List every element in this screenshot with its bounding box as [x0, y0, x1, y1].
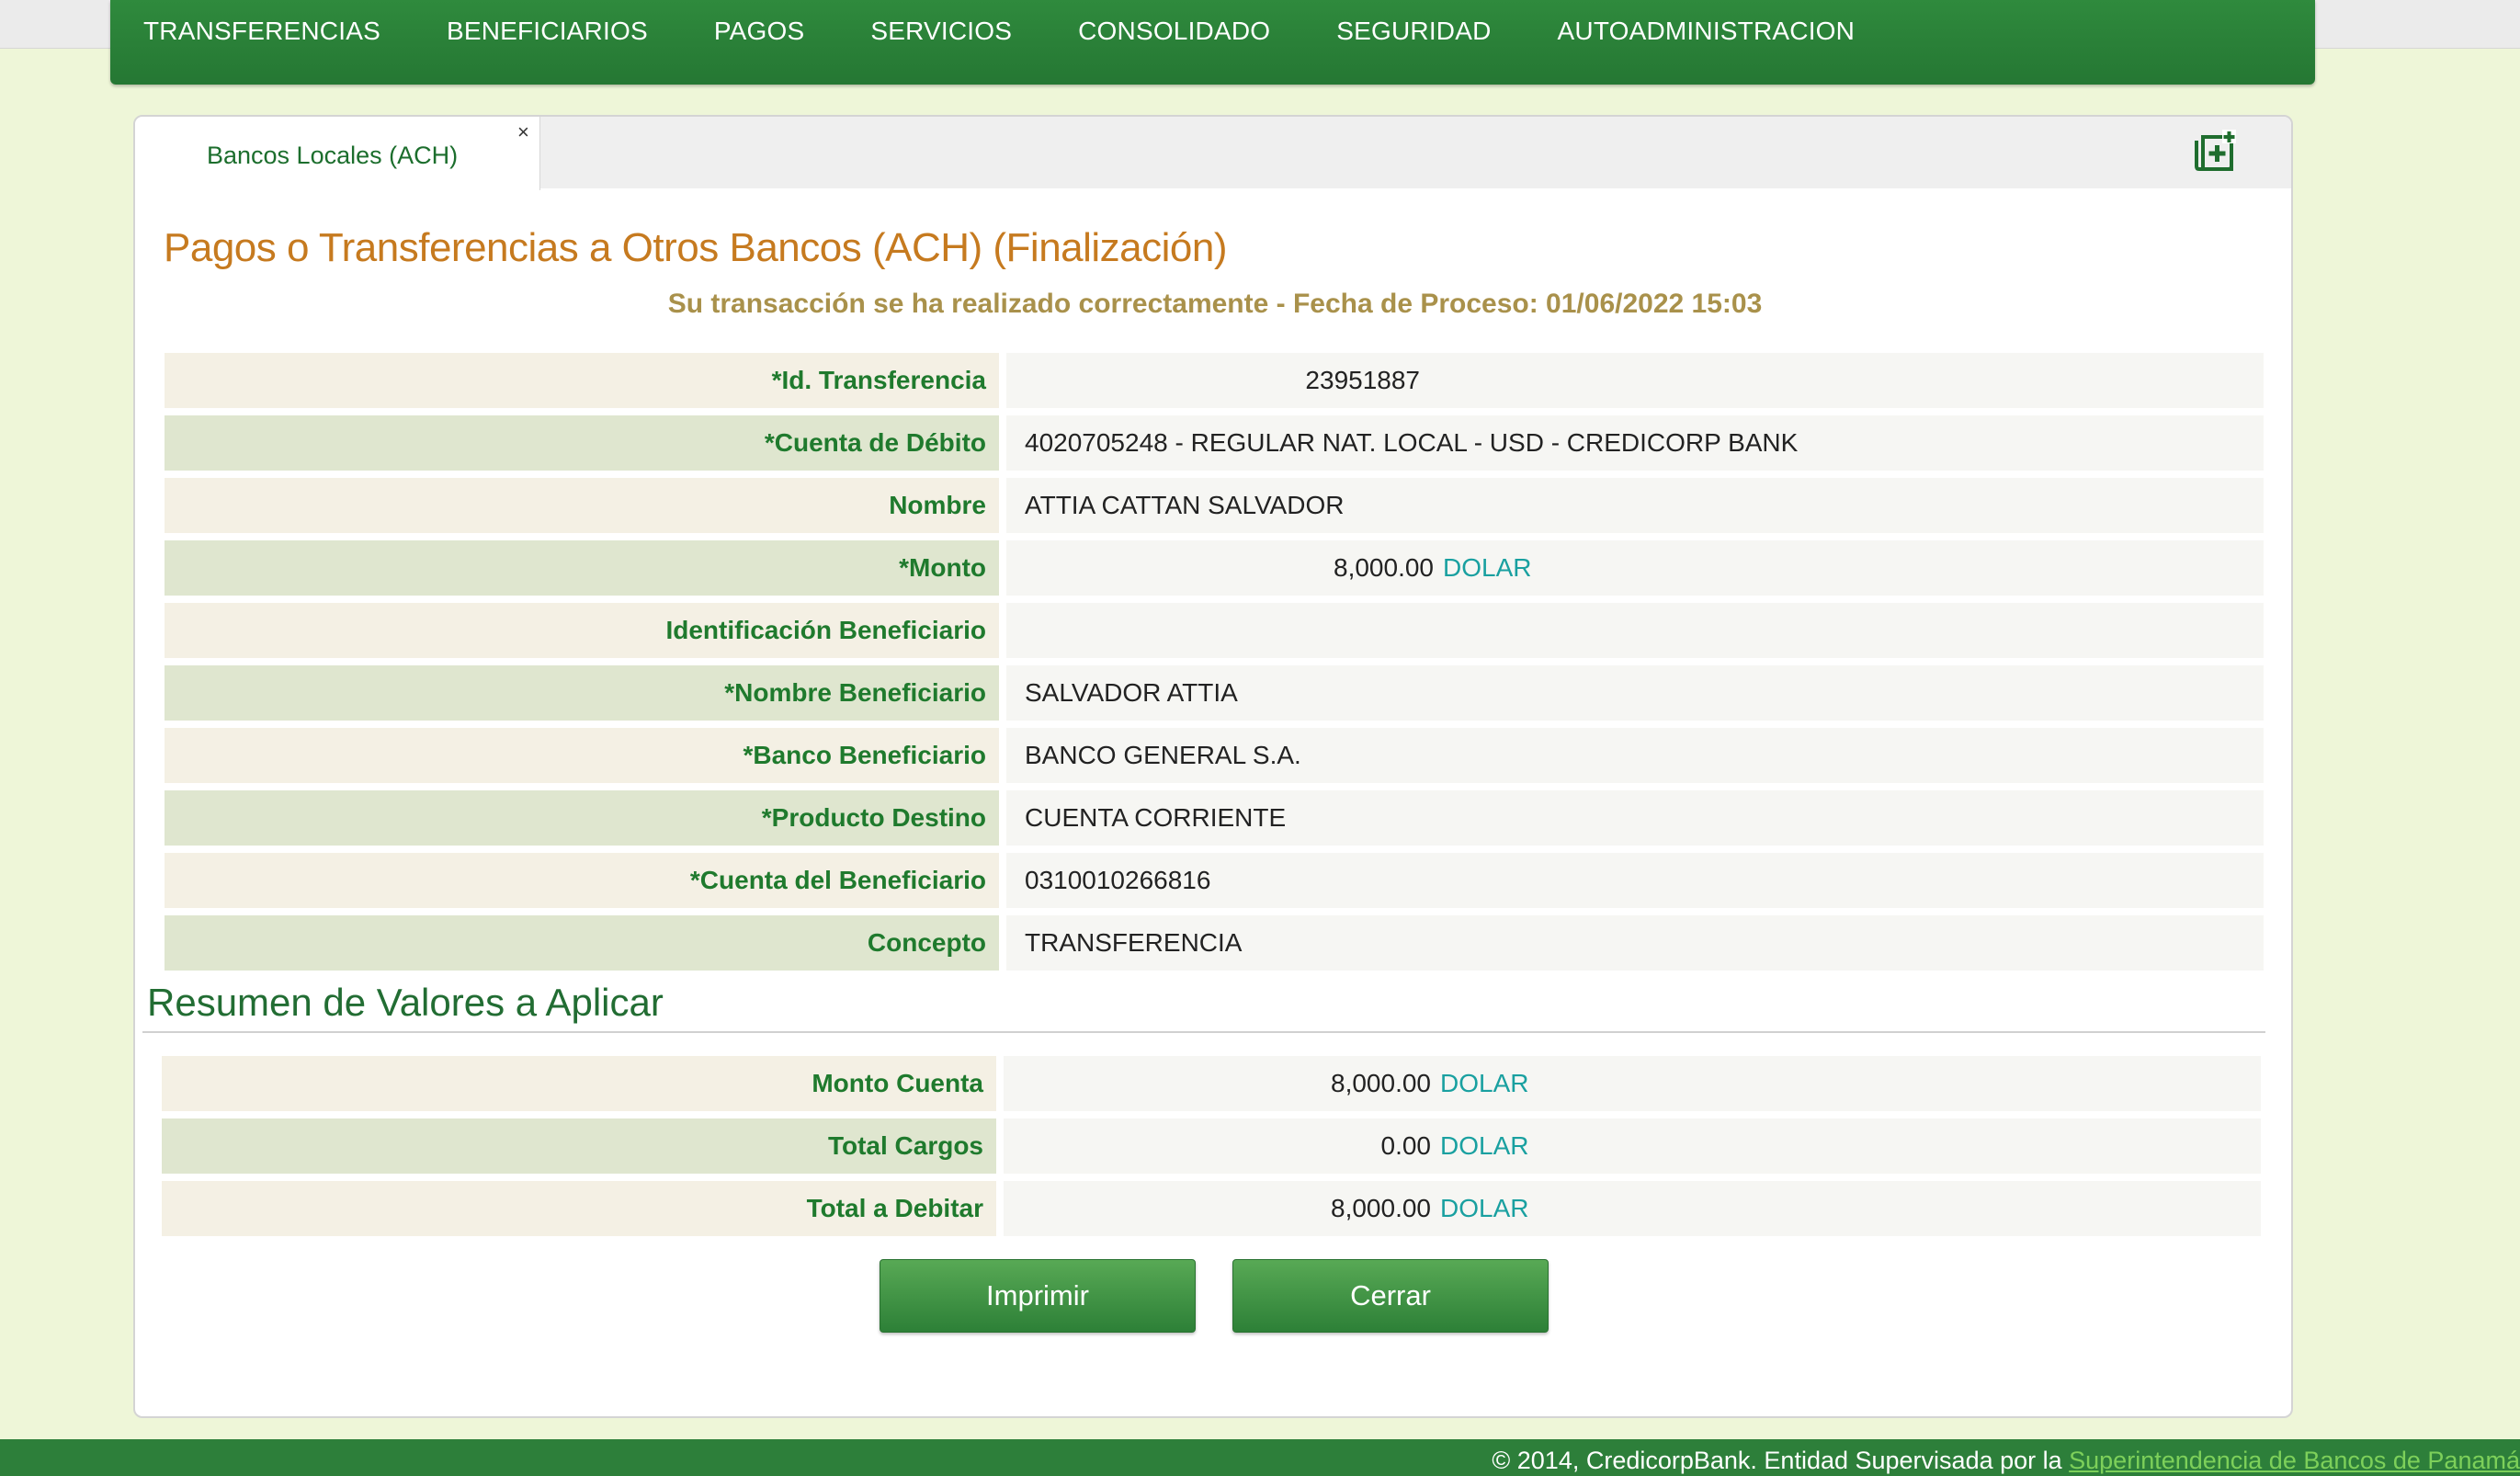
- label-total-debitar: Total a Debitar: [162, 1181, 996, 1236]
- footer-text-wrap: © 2014, CredicorpBank. Entidad Supervisa…: [1492, 1447, 2520, 1475]
- nav-consolidado[interactable]: CONSOLIDADO: [1078, 17, 1270, 46]
- value-id-transferencia-cell: 23951887: [1006, 353, 2264, 408]
- currency-total-debitar: DOLAR: [1440, 1194, 1529, 1222]
- value-banco-beneficiario-cell: BANCO GENERAL S.A.: [1006, 728, 2264, 783]
- label-nombre: Nombre: [165, 478, 999, 533]
- tab-label[interactable]: Bancos Locales (ACH): [207, 142, 458, 170]
- tab-bar: Bancos Locales (ACH) ×: [135, 117, 2291, 190]
- section-divider: [142, 1031, 2265, 1033]
- value-banco-beneficiario: BANCO GENERAL S.A.: [1025, 741, 1301, 769]
- value-monto: 8,000.00: [1334, 553, 1434, 582]
- close-icon[interactable]: ×: [517, 120, 529, 144]
- value-nombre-beneficiario-cell: SALVADOR ATTIA: [1006, 665, 2264, 721]
- label-identificacion-beneficiario: Identificación Beneficiario: [165, 603, 999, 658]
- label-monto-cuenta: Monto Cuenta: [162, 1056, 996, 1111]
- value-total-debitar: 8,000.00: [1331, 1194, 1431, 1222]
- value-total-debitar-cell: 8,000.00 DOLAR: [1004, 1181, 2261, 1236]
- row-nombre: Nombre ATTIA CATTAN SALVADOR: [165, 478, 2264, 533]
- nav-beneficiarios[interactable]: BENEFICIARIOS: [447, 17, 648, 46]
- label-banco-beneficiario: *Banco Beneficiario: [165, 728, 999, 783]
- row-cuenta-debito: *Cuenta de Débito 4020705248 - REGULAR N…: [165, 415, 2264, 471]
- row-total-debitar: Total a Debitar 8,000.00 DOLAR: [162, 1181, 2261, 1236]
- add-tab-icon[interactable]: [2192, 130, 2238, 172]
- nav-pagos[interactable]: PAGOS: [714, 17, 805, 46]
- value-producto-destino-cell: CUENTA CORRIENTE: [1006, 790, 2264, 846]
- row-cuenta-beneficiario: *Cuenta del Beneficiario 0310010266816: [165, 853, 2264, 908]
- row-identificacion-beneficiario: Identificación Beneficiario: [165, 603, 2264, 658]
- row-concepto: Concepto TRANSFERENCIA: [165, 915, 2264, 971]
- label-producto-destino: *Producto Destino: [165, 790, 999, 846]
- footer: © 2014, CredicorpBank. Entidad Supervisa…: [0, 1439, 2520, 1476]
- nav-servicios[interactable]: SERVICIOS: [870, 17, 1012, 46]
- value-monto-cell: 8,000.00 DOLAR: [1006, 540, 2264, 596]
- tab-bancos-locales[interactable]: Bancos Locales (ACH) ×: [135, 117, 540, 190]
- row-monto-cuenta: Monto Cuenta 8,000.00 DOLAR: [162, 1056, 2261, 1111]
- value-nombre-beneficiario: SALVADOR ATTIA: [1025, 678, 1238, 707]
- value-total-cargos: 0.00: [1380, 1131, 1432, 1160]
- print-button[interactable]: Imprimir: [880, 1259, 1196, 1333]
- value-concepto: TRANSFERENCIA: [1025, 928, 1243, 957]
- value-cuenta-beneficiario: 0310010266816: [1025, 866, 1211, 894]
- value-concepto-cell: TRANSFERENCIA: [1006, 915, 2264, 971]
- label-monto: *Monto: [165, 540, 999, 596]
- value-cuenta-beneficiario-cell: 0310010266816: [1006, 853, 2264, 908]
- currency-monto: DOLAR: [1443, 553, 1532, 582]
- value-producto-destino: CUENTA CORRIENTE: [1025, 803, 1287, 832]
- value-nombre-cell: ATTIA CATTAN SALVADOR: [1006, 478, 2264, 533]
- footer-copyright: © 2014, CredicorpBank. Entidad Supervisa…: [1492, 1447, 2070, 1474]
- label-cuenta-debito: *Cuenta de Débito: [165, 415, 999, 471]
- main-navigation: TRANSFERENCIAS BENEFICIARIOS PAGOS SERVI…: [110, 0, 2315, 85]
- value-cuenta-debito: 4020705248 - REGULAR NAT. LOCAL - USD - …: [1025, 428, 1799, 457]
- row-monto: *Monto 8,000.00 DOLAR: [165, 540, 2264, 596]
- label-cuenta-beneficiario: *Cuenta del Beneficiario: [165, 853, 999, 908]
- value-total-cargos-cell: 0.00 DOLAR: [1004, 1118, 2261, 1174]
- value-identificacion-beneficiario-cell: [1006, 603, 2264, 658]
- nav-seguridad[interactable]: SEGURIDAD: [1336, 17, 1491, 46]
- row-total-cargos: Total Cargos 0.00 DOLAR: [162, 1118, 2261, 1174]
- row-banco-beneficiario: *Banco Beneficiario BANCO GENERAL S.A.: [165, 728, 2264, 783]
- close-button[interactable]: Cerrar: [1232, 1259, 1549, 1333]
- row-id-transferencia: *Id. Transferencia 23951887: [165, 353, 2264, 408]
- label-id-transferencia: *Id. Transferencia: [165, 353, 999, 408]
- value-id-transferencia: 23951887: [1305, 366, 1420, 394]
- summary-section-title: Resumen de Valores a Aplicar: [147, 981, 664, 1024]
- label-total-cargos: Total Cargos: [162, 1118, 996, 1174]
- footer-supervisor-link[interactable]: Superintendencia de Bancos de Panamá: [2069, 1447, 2520, 1474]
- currency-monto-cuenta: DOLAR: [1440, 1069, 1529, 1097]
- nav-transferencias[interactable]: TRANSFERENCIAS: [143, 17, 380, 46]
- success-message: Su transacción se ha realizado correctam…: [667, 289, 1763, 319]
- value-monto-cuenta-cell: 8,000.00 DOLAR: [1004, 1056, 2261, 1111]
- value-cuenta-debito-cell: 4020705248 - REGULAR NAT. LOCAL - USD - …: [1006, 415, 2264, 471]
- page-title: Pagos o Transferencias a Otros Bancos (A…: [164, 225, 1228, 270]
- row-nombre-beneficiario: *Nombre Beneficiario SALVADOR ATTIA: [165, 665, 2264, 721]
- value-nombre: ATTIA CATTAN SALVADOR: [1025, 491, 1345, 519]
- row-producto-destino: *Producto Destino CUENTA CORRIENTE: [165, 790, 2264, 846]
- content-panel: Bancos Locales (ACH) × Pagos o Transfere…: [133, 115, 2293, 1418]
- label-nombre-beneficiario: *Nombre Beneficiario: [165, 665, 999, 721]
- currency-total-cargos: DOLAR: [1440, 1131, 1529, 1160]
- nav-autoadministracion[interactable]: AUTOADMINISTRACION: [1558, 17, 1856, 46]
- label-concepto: Concepto: [165, 915, 999, 971]
- value-monto-cuenta: 8,000.00: [1331, 1069, 1431, 1097]
